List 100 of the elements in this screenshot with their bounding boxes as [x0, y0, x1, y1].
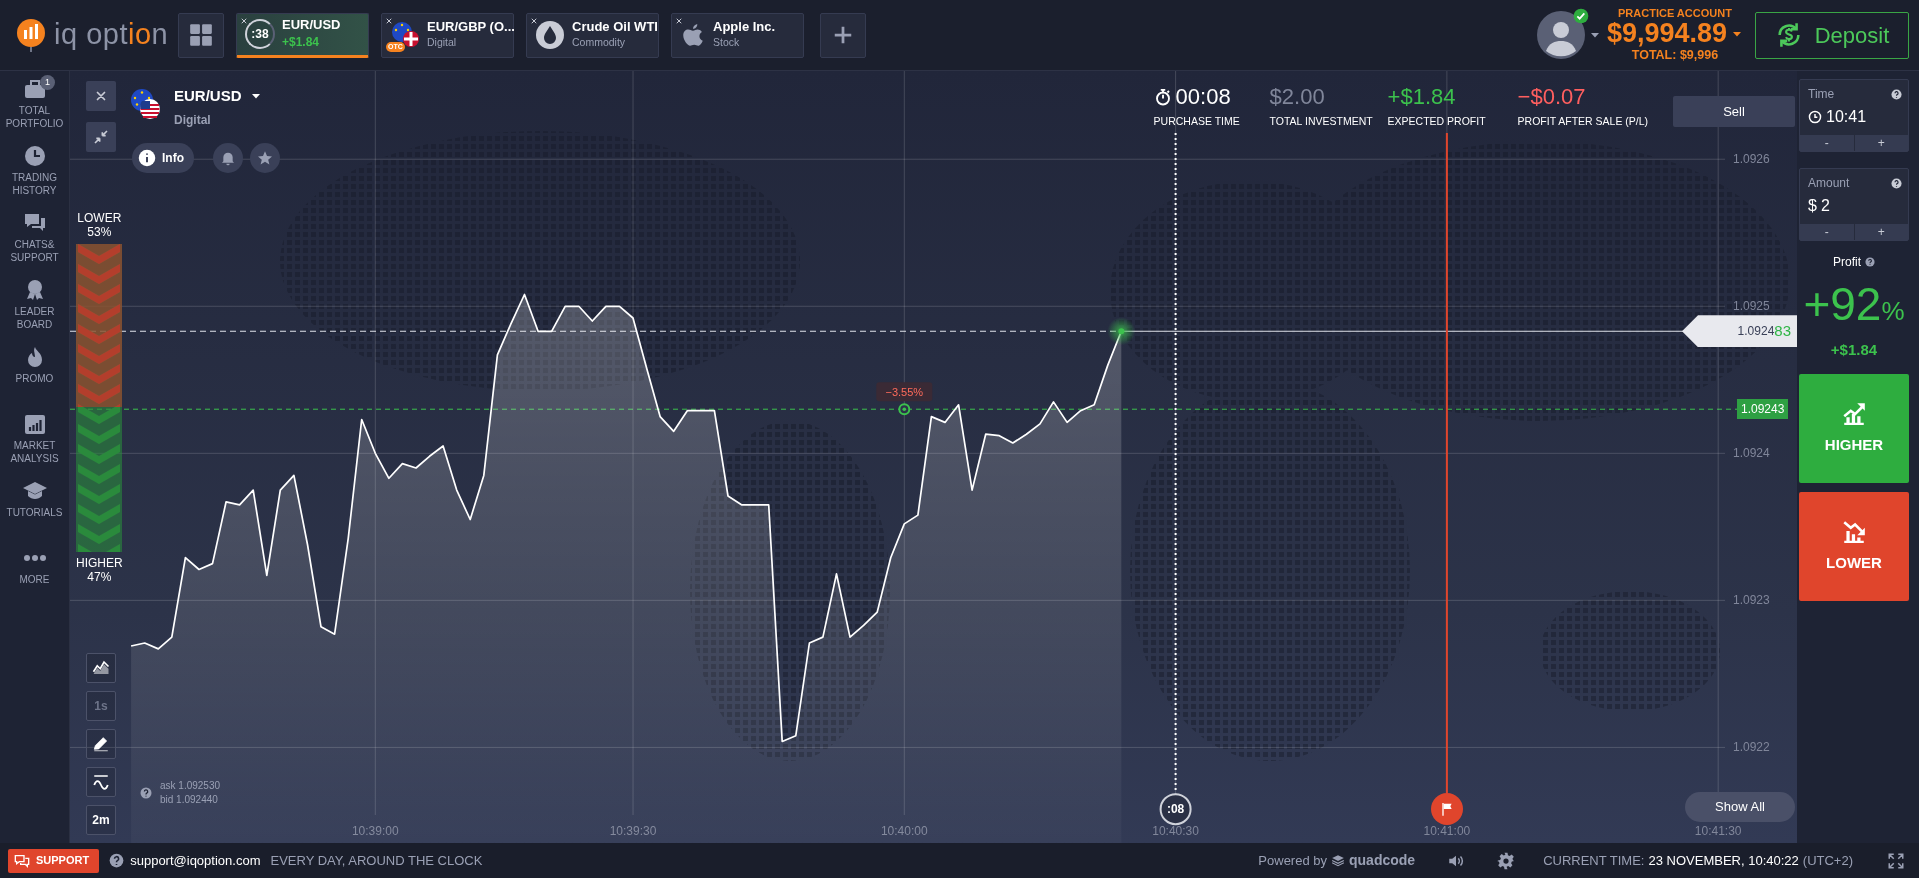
more-icon [22, 554, 47, 562]
info-button[interactable]: Info [132, 143, 194, 173]
axis-label: 1.0925 [1733, 299, 1770, 314]
drawing-tool-button[interactable] [86, 729, 116, 759]
stat-value: $2.00 [1269, 85, 1325, 110]
asset-type: Digital [174, 112, 211, 129]
support-email[interactable]: support@iqoption.com [130, 850, 261, 871]
increase-button[interactable]: + [1854, 135, 1908, 151]
help-icon [1865, 257, 1875, 267]
increase-button[interactable]: + [1854, 224, 1908, 240]
asset-tab[interactable]: Apple Inc. Stock [671, 12, 804, 58]
quadcode-logo-icon [1331, 853, 1345, 868]
current-price-label: 1.092483 [1682, 315, 1797, 348]
current-price-dot [1107, 317, 1136, 346]
sidebar-item[interactable]: 1 TOTAL PORTFOLIO [0, 77, 69, 144]
close-icon[interactable] [385, 16, 393, 25]
fullscreen-icon[interactable] [1887, 851, 1905, 870]
change-percent-tag: −3.55% [876, 382, 933, 402]
stat-label: PROFIT AFTER SALE (P/L) [1517, 115, 1650, 129]
help-icon [109, 853, 125, 868]
entry-point-marker [898, 403, 911, 416]
current-time: 23 NOVEMBER, 10:40:22 [1648, 851, 1799, 870]
sidebar-item[interactable]: MARKET ANALYSIS [0, 412, 69, 479]
area-chart-icon [92, 659, 110, 677]
tab-title: EUR/USD [282, 17, 341, 33]
axis-label: 10:40:30 [1152, 824, 1199, 838]
stopwatch-icon [1153, 88, 1172, 107]
close-icon[interactable] [240, 16, 248, 25]
decrease-button[interactable]: - [1800, 224, 1854, 240]
close-chart-button[interactable] [86, 81, 116, 111]
account-total: TOTAL: $9,996 [1630, 49, 1720, 63]
sidebar-item[interactable]: CHATS& SUPPORT [0, 211, 69, 278]
annotation: :08 [1166, 802, 1185, 817]
asset-selector[interactable]: EUR/USD [174, 85, 262, 108]
asset-tab[interactable]: Crude Oil WTI Commodity [526, 12, 659, 58]
avatar-icon[interactable] [1536, 11, 1585, 59]
profit-label: Profit [1833, 254, 1861, 271]
currency-flags-icon[interactable] [390, 20, 420, 50]
percent-sign: % [1881, 295, 1905, 328]
favorite-button[interactable] [250, 143, 280, 173]
close-icon[interactable] [675, 16, 683, 25]
decrease-button[interactable]: - [1800, 135, 1854, 151]
grid-layout-button[interactable] [178, 12, 224, 58]
sidebar-item[interactable]: MORE [0, 546, 69, 613]
amount-input[interactable]: 2 [1820, 194, 1881, 218]
timeframe-button[interactable]: 2m [86, 805, 116, 835]
bell-icon [220, 150, 236, 166]
sidebar-item[interactable]: PROMO [0, 345, 69, 412]
asset-tab[interactable]: :38 EUR/USD +$1.84 [236, 12, 369, 58]
tab-subtitle: Stock [713, 34, 741, 50]
sidebar-item[interactable]: TRADING HISTORY [0, 144, 69, 211]
strike-price-label: 1.09243 [1737, 399, 1789, 420]
add-tab-button[interactable] [820, 12, 866, 58]
alert-button[interactable] [213, 143, 243, 173]
expiry-time[interactable]: 10:41 [1826, 105, 1867, 129]
currency-symbol: $ [1808, 196, 1817, 216]
stat-value: +$1.84 [1387, 85, 1456, 110]
sell-button[interactable]: Sell [1673, 96, 1795, 127]
count-badge: 1 [40, 75, 55, 90]
support-button[interactable]: SUPPORT [8, 848, 100, 873]
indicator-button[interactable] [86, 767, 116, 797]
show-all-button[interactable]: Show All [1685, 792, 1795, 822]
logo-text[interactable]: iq option [54, 13, 169, 57]
help-icon [140, 786, 152, 799]
account-balance[interactable]: $9,994.89 [1606, 19, 1727, 49]
bid-price: bid 1.092440 [160, 792, 219, 806]
settings-icon[interactable] [1497, 851, 1516, 870]
tab-subtitle: Commodity [572, 34, 627, 50]
tab-subtitle: +$1.84 [282, 33, 321, 51]
sentiment-percent: 53% [87, 225, 112, 240]
tab-title: Apple Inc. [713, 19, 776, 35]
axis-label: 1.0923 [1733, 593, 1770, 608]
currency-flags-icon [130, 88, 162, 120]
axis-label: 10:39:30 [609, 824, 657, 838]
sentiment-label: HIGHER [76, 555, 123, 571]
axis-label: 10:41:00 [1423, 824, 1471, 838]
oil-drop-icon [535, 20, 565, 50]
stat-label: PURCHASE TIME [1153, 115, 1241, 129]
help-icon [1891, 177, 1902, 189]
deposit-button[interactable]: Deposit [1755, 11, 1909, 59]
stat-value: −$0.07 [1517, 85, 1586, 110]
close-icon [94, 89, 108, 103]
time-zone: (UTC+2) [1802, 851, 1853, 870]
sidebar-item[interactable]: LEADER BOARD [0, 278, 69, 345]
tab-title: EUR/GBP (O... [427, 19, 515, 35]
chart-type-button[interactable] [86, 653, 116, 683]
axis-label: 1.0922 [1733, 740, 1770, 755]
close-icon[interactable] [530, 16, 538, 25]
grid-icon [188, 22, 214, 48]
sidebar-item[interactable]: TUTORIALS [0, 479, 69, 546]
plus-icon [832, 24, 854, 46]
lower-button[interactable]: LOWER [1799, 491, 1909, 601]
countdown-timer: :08 [1159, 793, 1192, 826]
collapse-icon [93, 129, 109, 145]
collapse-button[interactable] [86, 122, 116, 152]
logo-icon[interactable] [14, 18, 48, 52]
account-type-label: PRACTICE ACCOUNT [1617, 7, 1733, 20]
time-label: Time [1808, 86, 1835, 103]
brand-name: quadcode [1349, 851, 1416, 870]
bar-chart-icon [22, 412, 47, 436]
